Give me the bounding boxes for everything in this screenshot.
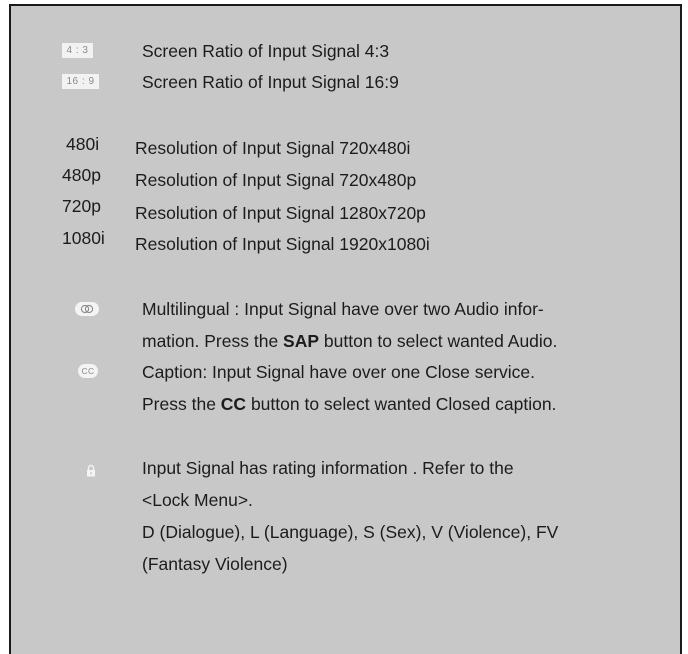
sap-button-name: SAP	[283, 331, 320, 351]
caption-line-1: Caption: Input Signal have over one Clos…	[142, 362, 536, 382]
caption-line-2-post: button to select wanted Closed caption.	[246, 394, 557, 414]
rating-line-3: D (Dialogue), L (Language), S (Sex), V (…	[142, 522, 559, 542]
rating-line-2: <Lock Menu>.	[142, 490, 253, 510]
resolution-480i-label: 480i	[66, 134, 100, 154]
resolution-480p-label: 480p	[62, 165, 101, 185]
multilingual-line-1: Multilingual : Input Signal have over tw…	[142, 299, 544, 319]
multilingual-audio-icon	[75, 302, 99, 316]
cc-button-name: CC	[220, 394, 247, 414]
ratio-4-3-icon: 4 : 3	[62, 43, 93, 58]
resolution-720p-label: 720p	[62, 196, 101, 216]
caption-line-2: Press the CC button to select wanted Clo…	[142, 393, 556, 415]
ratio-16-9-description: Screen Ratio of Input Signal 16:9	[142, 72, 399, 92]
closed-caption-icon: CC	[78, 364, 98, 378]
resolution-1080i-label: 1080i	[62, 228, 105, 248]
rating-line-1: Input Signal has rating information . Re…	[142, 458, 514, 478]
info-icon-legend-panel: 4 : 3 Screen Ratio of Input Signal 4:3 1…	[9, 4, 682, 654]
closed-caption-icon-text: CC	[81, 366, 95, 376]
resolution-480i-description: Resolution of Input Signal 720x480i	[135, 138, 411, 158]
multilingual-line-2-pre: mation. Press the	[142, 331, 284, 351]
multilingual-line-2-post: button to select wanted Audio.	[319, 331, 558, 351]
resolution-480p-description: Resolution of Input Signal 720x480p	[135, 170, 417, 190]
ratio-4-3-description: Screen Ratio of Input Signal 4:3	[142, 41, 390, 61]
multilingual-line-2: mation. Press the SAP button to select w…	[142, 330, 557, 352]
lock-icon	[86, 461, 96, 482]
resolution-1080i-description: Resolution of Input Signal 1920x1080i	[135, 234, 430, 254]
ratio-16-9-icon: 16 : 9	[62, 74, 99, 89]
resolution-720p-description: Resolution of Input Signal 1280x720p	[135, 203, 426, 223]
caption-line-2-pre: Press the	[142, 394, 221, 414]
rating-line-4: (Fantasy Violence)	[142, 554, 288, 574]
